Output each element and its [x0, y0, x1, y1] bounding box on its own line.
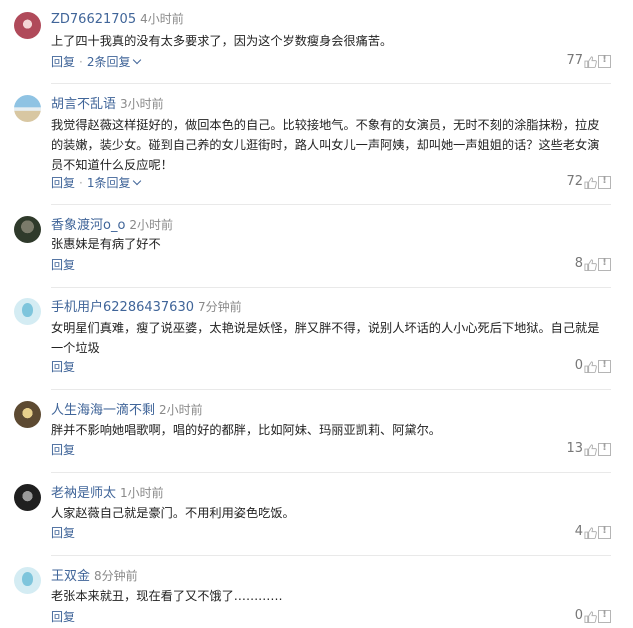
- like-count: 77: [566, 53, 583, 68]
- comment-text: 胖并不影响她唱歌啊，唱的好的都胖，比如阿妹、玛丽亚凯莉、阿黛尔。: [51, 423, 441, 437]
- chevron-down-icon: [133, 176, 142, 186]
- comment-text: 人家赵薇自己就是豪门。不用利用姿色吃饭。: [51, 506, 295, 520]
- comment-item: 香象渡河o_o 2小时前张惠妹是有病了好不 回复 8: [0, 204, 633, 286]
- report-icon[interactable]: [598, 442, 611, 456]
- comment-text: 我觉得赵薇这样挺好的，做回本色的自己。比较接地气。不象有的女演员，无时不刻的涂脂…: [51, 118, 600, 172]
- comment-meta: 王双金 8分钟前: [51, 565, 138, 584]
- separator: ·: [79, 176, 83, 190]
- username[interactable]: 老衲是师太: [51, 486, 116, 501]
- thumbs-up-icon[interactable]: [584, 175, 597, 190]
- report-icon[interactable]: [598, 609, 611, 623]
- timestamp: 8分钟前: [94, 569, 138, 583]
- comment-actions: 回复: [51, 441, 75, 458]
- timestamp: 2小时前: [129, 218, 174, 232]
- report-icon[interactable]: [598, 257, 611, 271]
- comment-meta: 人生海海一滴不剩 2小时前: [51, 399, 203, 418]
- comment-item: 胡言不乱语 3小时前我觉得赵薇这样挺好的，做回本色的自己。比较接地气。不象有的女演…: [0, 83, 633, 204]
- like-count: 4: [574, 524, 583, 539]
- replies-count-label: 1条回复: [86, 176, 131, 190]
- comment-meta: 香象渡河o_o 2小时前: [51, 214, 173, 233]
- comment-text: 女明星们真难，瘦了说巫婆，太艳说是妖怪，胖又胖不得，说别人坏话的人小心死后下地狱…: [51, 321, 600, 355]
- reply-button[interactable]: 回复: [51, 360, 75, 374]
- comment-item: 人生海海一滴不剩 2小时前胖并不影响她唱歌啊，唱的好的都胖，比如阿妹、玛丽亚凯莉、…: [0, 389, 633, 471]
- comment-list: ZD76621705 4小时前上了四十我真的没有太多要求了，因为这个岁数瘦身会很痛…: [0, 0, 633, 625]
- username[interactable]: 手机用户62286437630: [51, 300, 194, 315]
- avatar[interactable]: [14, 567, 41, 594]
- comment-meta: 手机用户62286437630 7分钟前: [51, 296, 242, 315]
- comment-meta: 胡言不乱语 3小时前: [51, 93, 164, 112]
- thumbs-up-icon[interactable]: [584, 257, 597, 272]
- divider: [51, 204, 611, 205]
- reply-button[interactable]: 回复: [51, 443, 75, 457]
- comment-item: ZD76621705 4小时前上了四十我真的没有太多要求了，因为这个岁数瘦身会很痛…: [0, 0, 633, 83]
- comment-meta: ZD76621705 4小时前: [51, 10, 184, 27]
- like-count: 72: [566, 174, 583, 189]
- report-icon[interactable]: [598, 525, 611, 539]
- thumbs-up-icon[interactable]: [584, 54, 597, 69]
- replies-count-label: 2条回复: [86, 55, 131, 69]
- timestamp: 1小时前: [120, 486, 164, 500]
- thumbs-up-icon[interactable]: [584, 359, 597, 374]
- avatar[interactable]: [14, 298, 41, 325]
- avatar[interactable]: [14, 216, 41, 243]
- comment-meta: 老衲是师太 1小时前: [51, 482, 164, 501]
- separator: ·: [79, 55, 83, 69]
- like-count: 0: [574, 358, 583, 373]
- like-count: 0: [574, 608, 583, 623]
- comment-text: 上了四十我真的没有太多要求了，因为这个岁数瘦身会很痛苦。: [51, 34, 393, 48]
- divider: [51, 83, 611, 84]
- report-icon[interactable]: [598, 175, 611, 189]
- comment-actions: 回复 · 1条回复: [51, 174, 142, 191]
- comment-actions: 回复 · 2条回复: [51, 53, 142, 70]
- divider: [51, 287, 611, 288]
- reply-button[interactable]: 回复: [51, 55, 75, 69]
- thumbs-up-icon[interactable]: [584, 525, 597, 540]
- comment-actions: 回复: [51, 256, 75, 273]
- report-icon[interactable]: [598, 359, 611, 373]
- report-icon[interactable]: [598, 54, 611, 68]
- like-count: 8: [574, 256, 583, 271]
- divider: [51, 389, 611, 390]
- avatar[interactable]: [14, 12, 41, 39]
- reply-button[interactable]: 回复: [51, 610, 75, 624]
- timestamp: 3小时前: [120, 97, 164, 111]
- comment-text: 老张本来就丑，现在看了又不饿了…………: [51, 589, 283, 603]
- reply-button[interactable]: 回复: [51, 526, 75, 540]
- username[interactable]: 胡言不乱语: [51, 97, 116, 112]
- timestamp: 7分钟前: [197, 300, 242, 314]
- avatar[interactable]: [14, 95, 41, 122]
- view-replies-button[interactable]: 2条回复: [86, 55, 142, 69]
- avatar[interactable]: [14, 401, 41, 428]
- comment-actions: 回复: [51, 524, 75, 541]
- comment-text: 张惠妹是有病了好不: [51, 237, 161, 251]
- reply-button[interactable]: 回复: [51, 258, 75, 272]
- comment-item: 手机用户62286437630 7分钟前女明星们真难，瘦了说巫婆，太艳说是妖怪，胖…: [0, 286, 633, 388]
- timestamp: 4小时前: [140, 12, 184, 26]
- avatar[interactable]: [14, 484, 41, 511]
- view-replies-button[interactable]: 1条回复: [86, 176, 142, 190]
- divider: [51, 555, 611, 556]
- like-count: 13: [566, 441, 583, 456]
- divider: [51, 472, 611, 473]
- username[interactable]: 香象渡河o_o: [51, 218, 125, 233]
- username[interactable]: 王双金: [51, 569, 90, 584]
- thumbs-up-icon[interactable]: [584, 442, 597, 457]
- comment-item: 王双金 8分钟前老张本来就丑，现在看了又不饿了………… 回复 0: [0, 555, 633, 625]
- comment-item: 老衲是师太 1小时前人家赵薇自己就是豪门。不用利用姿色吃饭。 回复 4: [0, 472, 633, 554]
- username[interactable]: ZD76621705: [51, 12, 136, 27]
- timestamp: 2小时前: [159, 403, 203, 417]
- reply-button[interactable]: 回复: [51, 176, 75, 190]
- thumbs-up-icon[interactable]: [584, 609, 597, 624]
- username[interactable]: 人生海海一滴不剩: [51, 403, 155, 418]
- chevron-down-icon: [133, 55, 142, 65]
- comment-actions: 回复: [51, 358, 75, 375]
- comment-actions: 回复: [51, 608, 75, 625]
